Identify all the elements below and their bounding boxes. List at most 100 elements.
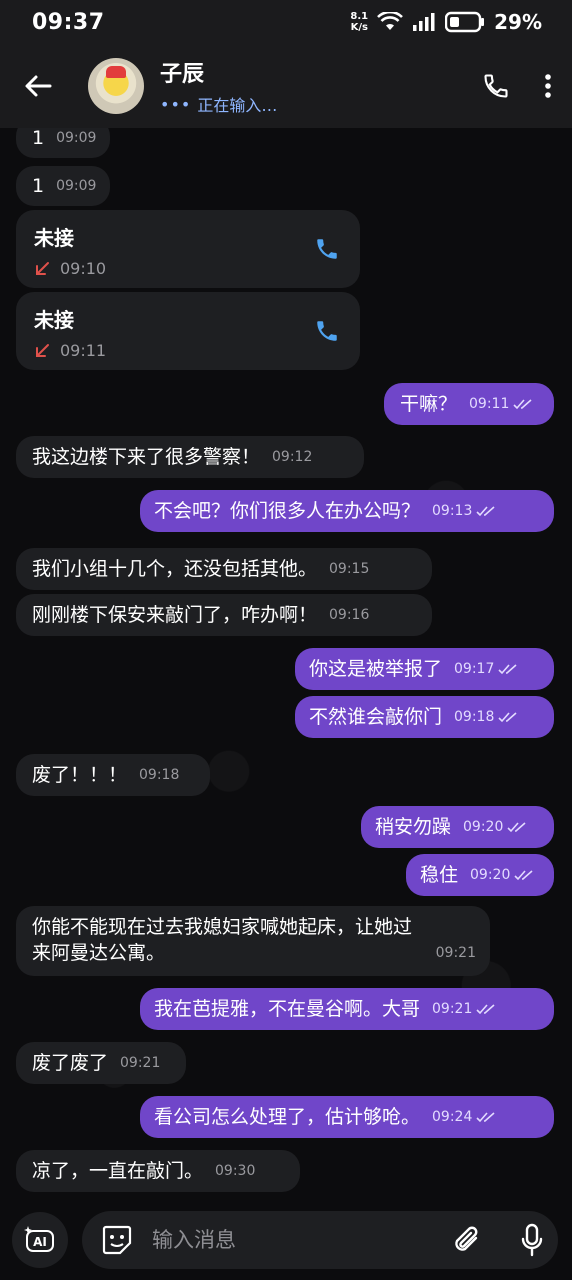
message-time: 09:09 (56, 178, 97, 194)
message-time: 09:12 (272, 449, 313, 465)
typing-status-text: 正在输入… (197, 96, 278, 115)
read-ticks-icon (476, 1112, 495, 1123)
status-time: 09:37 (32, 9, 105, 35)
wifi-icon (377, 12, 404, 30)
message-incoming[interactable]: 1 09:09 (16, 166, 110, 206)
message-text: 不然谁会敲你门 (309, 706, 443, 728)
read-ticks-icon (476, 506, 495, 517)
message-input-container (82, 1211, 558, 1269)
call-status: 未接 (34, 308, 74, 332)
message-time: 09:13 (432, 498, 496, 524)
message-outgoing[interactable]: 不会吧？你们很多人在办公吗？ 09:13 (140, 490, 554, 532)
message-incoming[interactable]: 1 09:09 (16, 128, 110, 158)
message-time: 09:20 (463, 814, 527, 840)
message-text: 凉了，一直在敲门。 (32, 1160, 204, 1182)
message-incoming[interactable]: 凉了，一直在敲门。 09:30 (16, 1150, 300, 1192)
more-options-icon[interactable] (544, 73, 552, 99)
message-text: 废了废了 (32, 1052, 109, 1074)
message-time: 09:30 (215, 1163, 256, 1179)
message-time: 09:15 (329, 561, 370, 577)
message-time: 09:18 (454, 704, 518, 730)
message-incoming[interactable]: 刚刚楼下保安来敲门了，咋办啊！ 09:16 (16, 594, 432, 636)
message-text: 1 (32, 175, 45, 197)
message-text-line-1: 你能不能现在过去我媳妇家喊她起床，让她过 (32, 916, 413, 938)
missed-call-bubble[interactable]: 未接 09:10 (16, 210, 360, 288)
message-text: 你这是被举报了 (309, 658, 443, 680)
message-text: 不会吧？你们很多人在办公吗？ (154, 500, 421, 522)
read-ticks-icon (498, 664, 517, 675)
call-meta: 09:10 (34, 259, 342, 278)
message-text-line-2: 来阿曼达公寓。 (32, 942, 166, 964)
message-text: 我这边楼下来了很多警察！ (32, 446, 261, 468)
composer-actions (452, 1223, 544, 1257)
chat-header: 子辰 ••• 正在输入… (0, 44, 572, 128)
read-ticks-icon (507, 822, 526, 833)
composer-bar: AI (0, 1200, 572, 1280)
missed-call-arrow-icon (36, 343, 49, 357)
message-incoming[interactable]: 废了废了 09:21 (16, 1042, 186, 1084)
message-time: 09:17 (454, 656, 518, 682)
arrow-left-icon (25, 75, 52, 97)
read-ticks-icon (513, 399, 532, 410)
battery-icon (445, 11, 485, 33)
message-outgoing[interactable]: 稳住 09:20 (406, 854, 554, 896)
message-text: 看公司怎么处理了，估计够呛。 (154, 1106, 421, 1128)
message-incoming[interactable]: 我这边楼下来了很多警察！ 09:12 (16, 436, 364, 478)
call-status: 未接 (34, 226, 74, 250)
message-incoming[interactable]: 废了！！！ 09:18 (16, 754, 210, 796)
message-incoming[interactable]: 我们小组十几个，还没包括其他。 09:15 (16, 548, 432, 590)
message-text: 废了！！！ (32, 764, 128, 786)
message-outgoing[interactable]: 不然谁会敲你门 09:18 (295, 696, 554, 738)
back-button[interactable] (18, 66, 58, 106)
attachment-icon[interactable] (452, 1224, 482, 1256)
missed-call-bubble[interactable]: 未接 09:11 (16, 292, 360, 370)
ai-button[interactable]: AI (12, 1212, 68, 1268)
status-bar: 09:37 8.1 K/s 29% (0, 0, 572, 44)
svg-text:AI: AI (33, 1235, 47, 1249)
message-time: 09:18 (139, 767, 180, 783)
battery-percent: 29% (494, 10, 542, 34)
call-time: 09:10 (60, 259, 107, 278)
message-text: 刚刚楼下保安来敲门了，咋办啊！ (32, 604, 318, 626)
avatar[interactable] (88, 58, 144, 114)
message-time: 09:21 (120, 1055, 161, 1071)
microphone-icon[interactable] (520, 1223, 544, 1257)
message-text: 1 (32, 128, 45, 149)
call-meta: 09:11 (34, 341, 342, 360)
phone-icon[interactable] (314, 236, 340, 262)
message-time: 09:16 (329, 607, 370, 623)
message-text: 干嘛？ (400, 393, 458, 415)
typing-dots: ••• (160, 94, 192, 114)
message-time: 09:20 (470, 862, 534, 888)
contact-info[interactable]: 子辰 ••• 正在输入… (160, 56, 277, 116)
message-input[interactable] (150, 1227, 452, 1253)
typing-status: ••• 正在输入… (160, 92, 277, 116)
contact-name: 子辰 (160, 62, 205, 87)
message-outgoing[interactable]: 干嘛？ 09:11 (384, 383, 554, 425)
sticker-icon[interactable] (100, 1223, 134, 1257)
message-time: 09:11 (469, 391, 533, 417)
status-icons: 8.1 K/s 29% (350, 10, 542, 34)
message-list[interactable]: 1 09:09 1 09:09 未接 09:10 未接 09:11 干嘛？ 09… (0, 128, 572, 1200)
message-outgoing[interactable]: 我在芭提雅，不在曼谷啊。大哥 09:21 (140, 988, 554, 1030)
network-speed: 8.1 K/s (350, 11, 369, 33)
message-text: 稍安勿躁 (375, 816, 452, 838)
call-time: 09:11 (60, 341, 107, 360)
message-outgoing[interactable]: 你这是被举报了 09:17 (295, 648, 554, 690)
read-ticks-icon (476, 1004, 495, 1015)
signal-icon (413, 13, 435, 31)
message-outgoing[interactable]: 看公司怎么处理了，估计够呛。 09:24 (140, 1096, 554, 1138)
message-time: 09:09 (56, 130, 97, 146)
message-time: 09:21 (435, 945, 476, 961)
message-incoming[interactable]: 你能不能现在过去我媳妇家喊她起床，让她过 来阿曼达公寓。 09:21 (16, 906, 490, 976)
read-ticks-icon (514, 870, 533, 881)
message-text: 稳住 (420, 864, 459, 886)
message-time: 09:24 (432, 1104, 496, 1130)
read-ticks-icon (498, 712, 517, 723)
message-time: 09:21 (432, 996, 496, 1022)
message-outgoing[interactable]: 稍安勿躁 09:20 (361, 806, 554, 848)
phone-icon[interactable] (314, 318, 340, 344)
missed-call-arrow-icon (36, 261, 49, 275)
ai-sparkle-icon: AI (24, 1226, 54, 1252)
phone-call-button[interactable] (482, 72, 510, 100)
